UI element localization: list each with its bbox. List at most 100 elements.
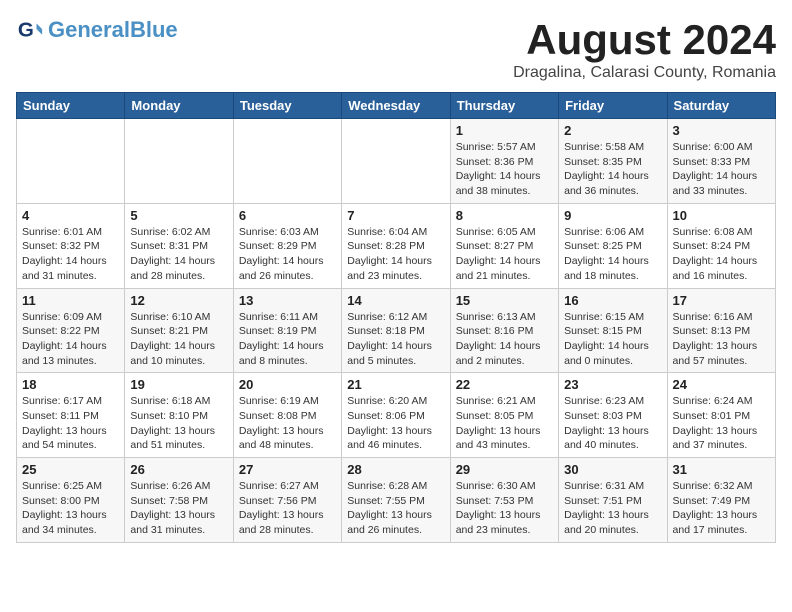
day-number: 22 <box>456 377 553 392</box>
day-number: 5 <box>130 208 227 223</box>
day-number: 7 <box>347 208 444 223</box>
day-number: 30 <box>564 462 661 477</box>
calendar-cell: 13 Sunrise: 6:11 AM Sunset: 8:19 PM Dayli… <box>233 288 341 373</box>
day-number: 13 <box>239 293 336 308</box>
calendar-cell <box>125 119 233 204</box>
calendar-cell: 12 Sunrise: 6:10 AM Sunset: 8:21 PM Dayli… <box>125 288 233 373</box>
calendar-cell: 17 Sunrise: 6:16 AM Sunset: 8:13 PM Dayli… <box>667 288 775 373</box>
day-info: Sunrise: 6:24 AM Sunset: 8:01 PM Dayligh… <box>673 394 770 453</box>
weekday-header-row: SundayMondayTuesdayWednesdayThursdayFrid… <box>17 93 776 119</box>
calendar-cell: 26Sunrise: 6:26 AM Sunset: 7:58 PM Dayli… <box>125 458 233 543</box>
day-info: Sunrise: 6:25 AM Sunset: 8:00 PM Dayligh… <box>22 479 119 538</box>
calendar-cell: 23 Sunrise: 6:23 AM Sunset: 8:03 PM Dayli… <box>559 373 667 458</box>
title-area: August 2024 Dragalina, Calarasi County, … <box>513 16 776 82</box>
day-number: 12 <box>130 293 227 308</box>
weekday-header-sunday: Sunday <box>17 93 125 119</box>
day-number: 6 <box>239 208 336 223</box>
day-number: 21 <box>347 377 444 392</box>
weekday-header-friday: Friday <box>559 93 667 119</box>
calendar-cell: 19Sunrise: 6:18 AM Sunset: 8:10 PM Dayli… <box>125 373 233 458</box>
day-info: Sunrise: 6:10 AM Sunset: 8:21 PM Dayligh… <box>130 310 227 369</box>
day-number: 8 <box>456 208 553 223</box>
day-info: Sunrise: 6:11 AM Sunset: 8:19 PM Dayligh… <box>239 310 336 369</box>
day-info: Sunrise: 6:05 AM Sunset: 8:27 PM Dayligh… <box>456 225 553 284</box>
calendar-cell: 29 Sunrise: 6:30 AM Sunset: 7:53 PM Dayli… <box>450 458 558 543</box>
day-info: Sunrise: 6:32 AM Sunset: 7:49 PM Dayligh… <box>673 479 770 538</box>
logo: G GeneralBlue <box>16 16 178 44</box>
day-info: Sunrise: 6:00 AM Sunset: 8:33 PM Dayligh… <box>673 140 770 199</box>
day-info: Sunrise: 6:27 AM Sunset: 7:56 PM Dayligh… <box>239 479 336 538</box>
weekday-header-thursday: Thursday <box>450 93 558 119</box>
calendar-cell: 18 Sunrise: 6:17 AM Sunset: 8:11 PM Dayli… <box>17 373 125 458</box>
header: G GeneralBlue August 2024 Dragalina, Cal… <box>16 16 776 82</box>
day-info: Sunrise: 6:17 AM Sunset: 8:11 PM Dayligh… <box>22 394 119 453</box>
calendar-cell <box>17 119 125 204</box>
logo-line2: Blue <box>130 17 178 42</box>
calendar-cell: 11 Sunrise: 6:09 AM Sunset: 8:22 PM Dayli… <box>17 288 125 373</box>
day-number: 16 <box>564 293 661 308</box>
calendar-cell: 28Sunrise: 6:28 AM Sunset: 7:55 PM Dayli… <box>342 458 450 543</box>
day-number: 29 <box>456 462 553 477</box>
calendar-cell: 25Sunrise: 6:25 AM Sunset: 8:00 PM Dayli… <box>17 458 125 543</box>
day-number: 4 <box>22 208 119 223</box>
calendar-cell: 3 Sunrise: 6:00 AM Sunset: 8:33 PM Daylig… <box>667 119 775 204</box>
day-info: Sunrise: 6:20 AM Sunset: 8:06 PM Dayligh… <box>347 394 444 453</box>
calendar-cell: 14 Sunrise: 6:12 AM Sunset: 8:18 PM Dayli… <box>342 288 450 373</box>
day-info: Sunrise: 6:23 AM Sunset: 8:03 PM Dayligh… <box>564 394 661 453</box>
calendar-cell: 8 Sunrise: 6:05 AM Sunset: 8:27 PM Daylig… <box>450 203 558 288</box>
calendar-subtitle: Dragalina, Calarasi County, Romania <box>513 64 776 82</box>
day-number: 20 <box>239 377 336 392</box>
day-number: 18 <box>22 377 119 392</box>
day-number: 15 <box>456 293 553 308</box>
day-info: Sunrise: 6:12 AM Sunset: 8:18 PM Dayligh… <box>347 310 444 369</box>
week-row-1: 1 Sunrise: 5:57 AM Sunset: 8:36 PM Daylig… <box>17 119 776 204</box>
weekday-header-monday: Monday <box>125 93 233 119</box>
weekday-header-tuesday: Tuesday <box>233 93 341 119</box>
logo-icon: G <box>16 16 44 44</box>
calendar-cell: 2Sunrise: 5:58 AM Sunset: 8:35 PM Daylig… <box>559 119 667 204</box>
day-info: Sunrise: 6:18 AM Sunset: 8:10 PM Dayligh… <box>130 394 227 453</box>
day-info: Sunrise: 6:26 AM Sunset: 7:58 PM Dayligh… <box>130 479 227 538</box>
calendar-cell: 7Sunrise: 6:04 AM Sunset: 8:28 PM Daylig… <box>342 203 450 288</box>
day-info: Sunrise: 6:09 AM Sunset: 8:22 PM Dayligh… <box>22 310 119 369</box>
day-number: 14 <box>347 293 444 308</box>
calendar-cell: 27 Sunrise: 6:27 AM Sunset: 7:56 PM Dayli… <box>233 458 341 543</box>
logo-line1: General <box>48 17 130 42</box>
day-number: 10 <box>673 208 770 223</box>
calendar-cell: 10Sunrise: 6:08 AM Sunset: 8:24 PM Dayli… <box>667 203 775 288</box>
day-number: 3 <box>673 123 770 138</box>
calendar-table: SundayMondayTuesdayWednesdayThursdayFrid… <box>16 92 776 543</box>
day-info: Sunrise: 6:16 AM Sunset: 8:13 PM Dayligh… <box>673 310 770 369</box>
calendar-cell: 30 Sunrise: 6:31 AM Sunset: 7:51 PM Dayli… <box>559 458 667 543</box>
day-info: Sunrise: 6:06 AM Sunset: 8:25 PM Dayligh… <box>564 225 661 284</box>
calendar-cell: 24Sunrise: 6:24 AM Sunset: 8:01 PM Dayli… <box>667 373 775 458</box>
day-info: Sunrise: 6:13 AM Sunset: 8:16 PM Dayligh… <box>456 310 553 369</box>
calendar-title: August 2024 <box>513 16 776 64</box>
day-number: 1 <box>456 123 553 138</box>
day-info: Sunrise: 6:30 AM Sunset: 7:53 PM Dayligh… <box>456 479 553 538</box>
weekday-header-wednesday: Wednesday <box>342 93 450 119</box>
day-info: Sunrise: 6:21 AM Sunset: 8:05 PM Dayligh… <box>456 394 553 453</box>
day-info: Sunrise: 6:28 AM Sunset: 7:55 PM Dayligh… <box>347 479 444 538</box>
calendar-cell: 16Sunrise: 6:15 AM Sunset: 8:15 PM Dayli… <box>559 288 667 373</box>
calendar-cell <box>342 119 450 204</box>
day-info: Sunrise: 6:02 AM Sunset: 8:31 PM Dayligh… <box>130 225 227 284</box>
calendar-cell: 21 Sunrise: 6:20 AM Sunset: 8:06 PM Dayli… <box>342 373 450 458</box>
week-row-4: 18 Sunrise: 6:17 AM Sunset: 8:11 PM Dayli… <box>17 373 776 458</box>
day-number: 9 <box>564 208 661 223</box>
day-info: Sunrise: 6:31 AM Sunset: 7:51 PM Dayligh… <box>564 479 661 538</box>
day-number: 11 <box>22 293 119 308</box>
calendar-cell: 4 Sunrise: 6:01 AM Sunset: 8:32 PM Daylig… <box>17 203 125 288</box>
day-info: Sunrise: 6:01 AM Sunset: 8:32 PM Dayligh… <box>22 225 119 284</box>
day-number: 23 <box>564 377 661 392</box>
week-row-3: 11 Sunrise: 6:09 AM Sunset: 8:22 PM Dayli… <box>17 288 776 373</box>
calendar-cell <box>233 119 341 204</box>
day-number: 27 <box>239 462 336 477</box>
calendar-cell: 22 Sunrise: 6:21 AM Sunset: 8:05 PM Dayli… <box>450 373 558 458</box>
day-info: Sunrise: 5:57 AM Sunset: 8:36 PM Dayligh… <box>456 140 553 199</box>
calendar-cell: 1 Sunrise: 5:57 AM Sunset: 8:36 PM Daylig… <box>450 119 558 204</box>
calendar-cell: 15 Sunrise: 6:13 AM Sunset: 8:16 PM Dayli… <box>450 288 558 373</box>
day-number: 17 <box>673 293 770 308</box>
day-number: 31 <box>673 462 770 477</box>
calendar-cell: 20Sunrise: 6:19 AM Sunset: 8:08 PM Dayli… <box>233 373 341 458</box>
